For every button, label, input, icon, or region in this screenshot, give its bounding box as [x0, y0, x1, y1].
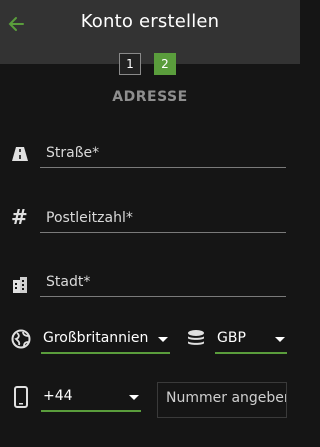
section-title: ADRESSE [112, 89, 188, 105]
city-field[interactable]: Stadt* [40, 272, 286, 297]
building-icon [13, 277, 27, 293]
hash-icon: # [11, 205, 28, 229]
street-field[interactable]: Straße* [40, 143, 286, 168]
steps-band [0, 48, 300, 64]
currency-value: GBP [217, 330, 246, 346]
chevron-down-icon [275, 337, 285, 342]
country-value: Großbritannien [43, 330, 149, 346]
phone-number-input[interactable]: Nummer angeben [157, 382, 287, 418]
page-title: Konto erstellen [80, 11, 220, 32]
coins-icon [188, 330, 204, 345]
dial-code-value: +44 [43, 388, 73, 404]
globe-icon [11, 329, 31, 349]
currency-select[interactable]: GBP [215, 328, 287, 354]
step-2[interactable]: 2 [154, 53, 176, 75]
country-select[interactable]: Großbritannien [41, 328, 170, 354]
postal-code-placeholder: Postleitzahl* [46, 210, 133, 226]
road-icon [12, 147, 28, 161]
street-placeholder: Straße* [46, 145, 100, 161]
step-1[interactable]: 1 [119, 53, 141, 75]
city-placeholder: Stadt* [46, 274, 91, 290]
chevron-down-icon [158, 337, 168, 342]
dial-code-select[interactable]: +44 [41, 386, 141, 412]
phone-number-placeholder: Nummer angeben [166, 390, 287, 406]
app-header: Konto erstellen [0, 0, 300, 48]
phone-icon [14, 386, 28, 408]
chevron-down-icon [129, 395, 139, 400]
postal-code-field[interactable]: Postleitzahl* [40, 208, 286, 233]
